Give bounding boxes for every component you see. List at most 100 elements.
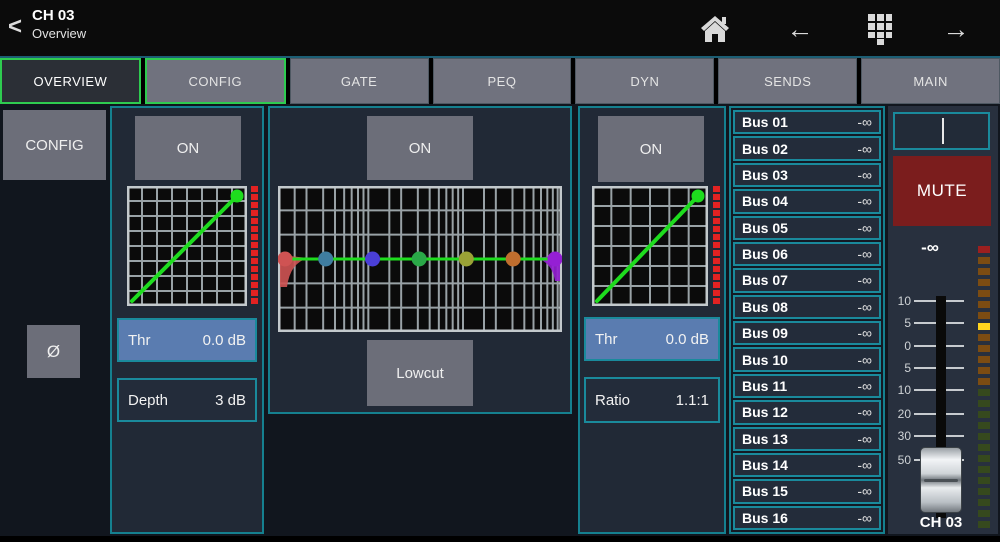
send-level-value: -∞ <box>857 220 872 236</box>
send-row-bus-04[interactable]: Bus 04-∞ <box>733 189 881 213</box>
fader-scale-label: 5 <box>888 361 914 375</box>
gate-threshold-label: Thr <box>128 332 151 349</box>
fader-level-value: -∞ <box>888 238 972 258</box>
meter-segment <box>978 323 990 330</box>
fader-scale-mark: 20 <box>888 407 968 421</box>
keypad-icon[interactable] <box>862 14 898 44</box>
dyn-ratio-row[interactable]: Ratio 1.1:1 <box>584 377 720 423</box>
gate-curve-graph[interactable] <box>127 186 247 306</box>
send-row-bus-16[interactable]: Bus 16-∞ <box>733 506 881 530</box>
top-bar: < CH 03 Overview ← → <box>0 0 1000 56</box>
tab-config[interactable]: CONFIG <box>145 58 286 104</box>
fader-scale-label: 10 <box>888 383 914 397</box>
eq-band-handle-lowcut[interactable] <box>278 252 293 267</box>
send-row-bus-09[interactable]: Bus 09 -∞ <box>733 321 881 345</box>
fader-scale-mark: 5 <box>888 361 968 375</box>
meter-segment <box>978 488 990 495</box>
send-row-bus-07[interactable]: Bus 07-∞ <box>733 268 881 292</box>
send-level-value: -∞ <box>857 404 872 420</box>
meter-segment <box>978 268 990 275</box>
dyn-on-button[interactable]: ON <box>598 116 704 182</box>
fader-scale-label: 50 <box>888 453 914 467</box>
send-row-bus-01[interactable]: Bus 01-∞ <box>733 110 881 134</box>
home-icon[interactable] <box>697 14 733 44</box>
forward-arrow-icon[interactable]: → <box>938 14 974 44</box>
send-level-value: -∞ <box>857 352 872 368</box>
fader-knob[interactable] <box>920 447 962 513</box>
send-row-bus-08[interactable]: Bus 08-∞ <box>733 295 881 319</box>
send-row-bus-14[interactable]: Bus 14-∞ <box>733 453 881 477</box>
gate-threshold-row[interactable]: Thr 0.0 dB <box>117 318 257 362</box>
send-row-bus-03[interactable]: Bus 03 -∞ <box>733 163 881 187</box>
tab-bar: OVERVIEWCONFIGGATEPEQDYNSENDSMAIN <box>0 56 1000 104</box>
lowcut-button[interactable]: Lowcut <box>367 340 473 406</box>
send-row-bus-15[interactable]: Bus 15-∞ <box>733 479 881 503</box>
send-bus-label: Bus 12 <box>742 404 788 420</box>
send-level-value: -∞ <box>857 325 872 341</box>
content-area: CONFIG Ø ON Thr 0.0 dB Depth 3 dB ON L <box>0 104 1000 536</box>
send-row-bus-11[interactable]: Bus 11-∞ <box>733 374 881 398</box>
eq-on-button[interactable]: ON <box>367 116 473 180</box>
config-button[interactable]: CONFIG <box>3 110 106 180</box>
tab-main[interactable]: MAIN <box>861 58 1000 104</box>
fader-scale-label: 10 <box>888 294 914 308</box>
send-bus-label: Bus 05 <box>742 220 788 236</box>
gate-depth-row[interactable]: Depth 3 dB <box>117 378 257 422</box>
fader-scale-label: 0 <box>888 339 914 353</box>
tab-peq[interactable]: PEQ <box>433 58 572 104</box>
mute-button[interactable]: MUTE <box>893 156 991 226</box>
fader-scale-label: 30 <box>888 429 914 443</box>
eq-panel: ON Lowcut <box>268 106 572 414</box>
send-row-bus-13[interactable]: Bus 13-∞ <box>733 427 881 451</box>
channel-level-meter <box>978 246 990 532</box>
page-subtitle: Overview <box>32 26 86 42</box>
fader-scale-mark: 30 <box>888 429 968 443</box>
send-row-bus-02[interactable]: Bus 02-∞ <box>733 136 881 160</box>
send-row-bus-10[interactable]: Bus 10-∞ <box>733 347 881 371</box>
tab-gate[interactable]: GATE <box>290 58 429 104</box>
eq-band-handle-band-5[interactable] <box>506 252 521 267</box>
send-row-bus-06[interactable]: Bus 06-∞ <box>733 242 881 266</box>
send-bus-label: Bus 03 <box>742 167 788 183</box>
eq-band-handle-band-4[interactable] <box>459 252 474 267</box>
meter-segment <box>978 312 990 319</box>
send-bus-label: Bus 14 <box>742 457 788 473</box>
gate-on-button[interactable]: ON <box>135 116 241 180</box>
eq-curve-graph[interactable] <box>278 186 562 332</box>
send-bus-label: Bus 13 <box>742 431 788 447</box>
send-level-value: -∞ <box>857 141 872 157</box>
send-row-bus-12[interactable]: Bus 12 -∞ <box>733 400 881 424</box>
fader-scale-mark: 0 <box>888 339 968 353</box>
send-level-value: -∞ <box>857 246 872 262</box>
send-level-value: -∞ <box>857 167 872 183</box>
dyn-reduction-meter <box>713 186 720 306</box>
back-chevron-icon[interactable]: < <box>8 13 22 41</box>
fader-scale-mark: 5 <box>888 316 968 330</box>
meter-segment <box>978 422 990 429</box>
eq-band-handle-band-2[interactable] <box>365 252 380 267</box>
send-row-bus-05[interactable]: Bus 05 -∞ <box>733 216 881 240</box>
meter-segment <box>978 334 990 341</box>
pan-indicator[interactable] <box>893 112 990 150</box>
eq-band-handle-hicut[interactable] <box>548 252 563 267</box>
send-level-value: -∞ <box>857 114 872 130</box>
meter-segment <box>978 466 990 473</box>
gate-depth-value: 3 dB <box>215 392 246 409</box>
tab-overview[interactable]: OVERVIEW <box>0 58 141 104</box>
send-bus-label: Bus 09 <box>742 325 788 341</box>
send-level-value: -∞ <box>857 378 872 394</box>
dyn-threshold-row[interactable]: Thr 0.0 dB <box>584 317 720 361</box>
phase-invert-button[interactable]: Ø <box>27 325 80 378</box>
eq-band-handle-band-3[interactable] <box>412 252 427 267</box>
back-arrow-icon[interactable]: ← <box>782 14 818 44</box>
meter-segment <box>978 378 990 385</box>
tab-dyn[interactable]: DYN <box>575 58 714 104</box>
dyn-ratio-value: 1.1:1 <box>676 392 709 409</box>
eq-band-handle-band-1[interactable] <box>318 252 333 267</box>
tab-sends[interactable]: SENDS <box>718 58 857 104</box>
dyn-curve-graph[interactable] <box>592 186 708 306</box>
meter-segment <box>978 444 990 451</box>
send-level-value: -∞ <box>857 483 872 499</box>
channel-title-block[interactable]: CH 03 Overview <box>32 7 86 42</box>
send-bus-label: Bus 16 <box>742 510 788 526</box>
